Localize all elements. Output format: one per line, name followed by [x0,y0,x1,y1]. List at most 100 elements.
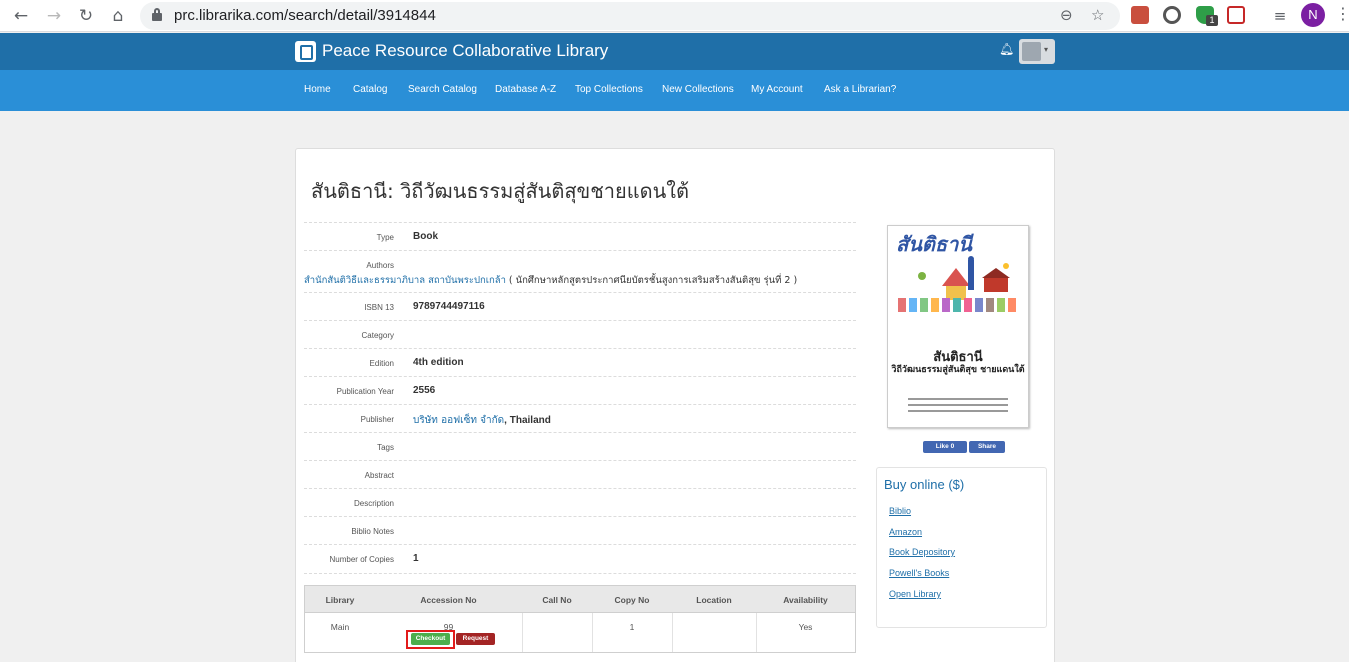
detail-row-tags: Tags [304,432,856,460]
buy-online-box: Buy online ($) Biblio Amazon Book Deposi… [876,467,1047,628]
publication-year-value: 2556 [413,385,436,396]
detail-row-type: Type Book [304,222,856,250]
column-divider [592,613,593,652]
detail-row-authors: Authors สำนักสันติวิธีและธรรมาภิบาล สถาบ… [304,250,856,290]
request-button[interactable]: Request [456,633,495,645]
pocket-extension-icon[interactable] [1227,6,1245,24]
facebook-like-button[interactable]: Like 0 [923,441,967,453]
buy-link-amazon[interactable]: Amazon [889,527,922,537]
nav-catalog[interactable]: Catalog [353,84,387,95]
cover-small-text [908,398,1008,400]
nav-search-catalog[interactable]: Search Catalog [408,84,477,95]
media-queue-icon[interactable]: ≡ [1268,4,1292,28]
edition-label: Edition [369,359,394,368]
col-location: Location [696,595,732,605]
browser-toolbar: ← → ↻ ⌂ prc.librarika.com/search/detail/… [0,0,1349,32]
column-divider [522,613,523,652]
cover-people-illustration [898,298,1016,312]
facebook-share-button[interactable]: Share [969,441,1005,453]
back-icon[interactable]: ← [9,4,33,28]
edition-value: 4th edition [413,357,464,368]
col-library: Library [325,595,355,605]
holdings-header-row: Library Accession No Call No Copy No Loc… [305,586,855,613]
buy-link-book-depository[interactable]: Book Depository [889,547,955,557]
holdings-table: Library Accession No Call No Copy No Loc… [304,585,856,653]
column-divider [756,613,757,652]
detail-row-copies: Number of Copies 1 [304,544,856,572]
authors-value: สำนักสันติวิธีและธรรมาภิบาล สถาบันพระปกเ… [304,273,797,288]
buy-link-open-library[interactable]: Open Library [889,589,941,599]
bookmark-star-icon[interactable]: ☆ [1091,6,1104,24]
divider [304,573,856,574]
nav-ask-librarian[interactable]: Ask a Librarian? [824,84,896,95]
main-navigation: Home Catalog Search Catalog Database A-Z… [0,70,1349,111]
detail-row-biblio-notes: Biblio Notes [304,516,856,544]
cover-small-text [908,410,1008,412]
publisher-country: , Thailand [504,415,551,426]
buy-link-powells-books[interactable]: Powell's Books [889,568,949,578]
copies-value: 1 [413,553,419,564]
detail-row-publication-year: Publication Year 2556 [304,376,856,404]
nav-database-a-z[interactable]: Database A-Z [495,84,556,95]
col-copy-no: Copy No [614,595,650,605]
detail-row-publisher: Publisher บริษัท ออฟเซ็ท จำกัด, Thailand [304,404,856,432]
tags-label: Tags [377,443,394,452]
book-title: สันติธานี: วิถีวัฒนธรรมสู่สันติสุขชายแดน… [311,179,690,203]
library-logo-icon[interactable] [295,41,316,62]
authors-label: Authors [366,261,394,270]
user-menu-button[interactable]: ▾ [1019,39,1055,64]
detail-row-isbn: ISBN 13 9789744497116 [304,292,856,320]
detail-row-category: Category [304,320,856,348]
publisher-label: Publisher [360,415,394,424]
chevron-down-icon: ▾ [1044,45,1049,54]
nav-home[interactable]: Home [304,84,331,95]
nav-new-collections[interactable]: New Collections [662,84,734,95]
url-text[interactable]: prc.librarika.com/search/detail/3914844 [174,7,436,24]
user-avatar-icon [1022,42,1041,61]
col-accession-no: Accession No [420,595,477,605]
cell-availability: Yes [798,622,813,632]
column-divider [672,613,673,652]
nav-my-account[interactable]: My Account [751,84,803,95]
zoom-icon[interactable]: ⊖ [1060,6,1073,24]
site-title[interactable]: Peace Resource Collaborative Library [322,41,608,61]
cell-library: Main [330,622,350,632]
biblio-notes-label: Biblio Notes [351,527,394,536]
buy-online-title: Buy online ($) [884,477,965,492]
col-availability: Availability [783,595,828,605]
publisher-link[interactable]: บริษัท ออฟเซ็ท จำกัด [413,415,504,426]
detail-row-description: Description [304,488,856,516]
detail-row-edition: Edition 4th edition [304,348,856,376]
reload-icon[interactable]: ↻ [74,4,98,28]
home-icon[interactable]: ⌂ [106,4,130,28]
publication-year-label: Publication Year [336,387,394,396]
abstract-label: Abstract [364,471,394,480]
cover-small-text [908,404,1008,406]
cell-copy-no: 1 [629,622,635,632]
author-link[interactable]: สำนักสันติวิธีและธรรมาภิบาล สถาบันพระปกเ… [304,275,506,286]
notification-bell-icon[interactable]: 🔔︎ [999,42,1014,56]
type-value: Book [413,231,438,242]
isbn-value: 9789744497116 [413,301,485,312]
book-detail-panel: สันติธานี: วิถีวัฒนธรรมสู่สันติสุขชายแดน… [295,148,1055,662]
checkout-button[interactable]: Checkout [411,633,450,645]
forward-icon[interactable]: → [42,4,66,28]
category-label: Category [361,331,394,340]
cover-subtitle-2: วิถีวัฒนธรรมสู่สันติสุข ชายแดนใต้ [891,365,1025,375]
address-bar[interactable]: prc.librarika.com/search/detail/3914844 … [140,2,1120,30]
profile-avatar[interactable]: N [1301,3,1325,27]
type-label: Type [376,233,394,242]
nav-top-collections[interactable]: Top Collections [575,84,643,95]
isbn-label: ISBN 13 [364,303,394,312]
pdf-extension-icon[interactable] [1131,6,1149,24]
extension-circle-icon[interactable] [1163,6,1181,24]
author-note: ( นักศึกษาหลักสูตรประกาศนียบัตรชั้นสูงกา… [505,275,798,286]
detail-row-abstract: Abstract [304,460,856,488]
book-cover-image[interactable]: สันติธานี สันติธานี วิถีวัฒนธรรมสู่สันติ… [887,225,1029,428]
description-label: Description [353,499,394,508]
lock-icon [152,8,162,21]
copies-label: Number of Copies [329,555,394,564]
buy-link-biblio[interactable]: Biblio [889,506,911,516]
browser-menu-icon[interactable]: ⋮ [1335,4,1349,23]
site-header: Peace Resource Collaborative Library 🔔︎ … [0,33,1349,70]
